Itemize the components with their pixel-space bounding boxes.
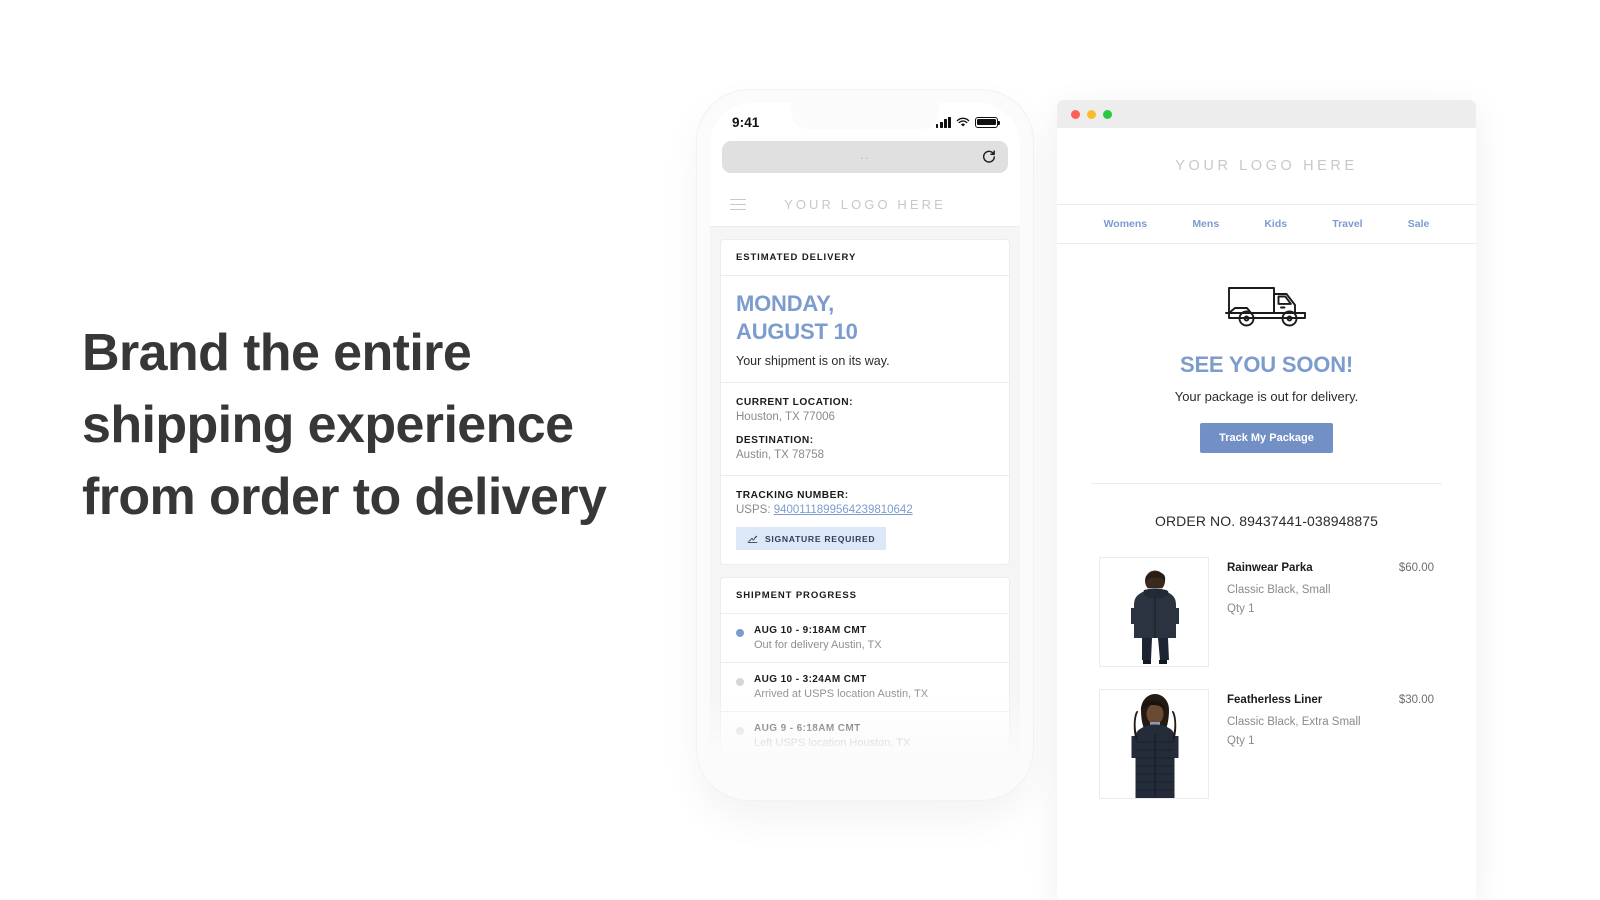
estimated-delivery-card: ESTIMATED DELIVERY MONDAY, AUGUST 10 You…: [720, 239, 1010, 565]
hamburger-menu-icon[interactable]: [730, 198, 746, 211]
signature-required-label: SIGNATURE REQUIRED: [765, 533, 876, 544]
maximize-window-button[interactable]: [1103, 109, 1112, 119]
hero-title: SEE YOU SOON!: [1179, 352, 1354, 377]
tracking-label: TRACKING NUMBER:: [736, 490, 849, 501]
browser-title-bar: [1057, 100, 1476, 128]
url-placeholder-dots: ··: [859, 149, 871, 165]
wifi-icon: [956, 117, 970, 127]
progress-event-time: AUG 10 - 9:18AM CMT: [754, 625, 867, 636]
nav-item-mens[interactable]: Mens: [1192, 218, 1219, 230]
shipment-progress-header: SHIPMENT PROGRESS: [721, 578, 1009, 614]
reload-icon[interactable]: [981, 149, 997, 165]
nav-item-kids[interactable]: Kids: [1264, 218, 1287, 230]
product-thumbnail[interactable]: [1099, 689, 1209, 799]
progress-event-desc: Out for delivery Austin, TX: [754, 639, 882, 651]
tracking-section: TRACKING NUMBER: USPS: 94001118995642398…: [721, 476, 1009, 564]
product-image-featherless-liner: [1100, 690, 1208, 798]
order-item-info: Featherless Liner $30.00 Classic Black, …: [1227, 689, 1434, 799]
signature-required-badge: SIGNATURE REQUIRED: [736, 527, 887, 550]
order-item-variant: Classic Black, Extra Small: [1227, 716, 1361, 728]
progress-event-desc: Arrived at USPS location Austin, TX: [754, 688, 929, 700]
track-my-package-button[interactable]: Track My Package: [1200, 423, 1333, 453]
progress-event-time: AUG 9 - 6:18AM CMT: [754, 723, 861, 734]
delivery-subtitle: Your shipment is on its way.: [736, 354, 890, 368]
page-headline: Brand the entire shipping experience fro…: [82, 324, 607, 526]
browser-window: YOUR LOGO HERE Womens Mens Kids Travel S…: [1057, 100, 1476, 900]
current-location-value: Houston, TX 77006: [736, 411, 835, 423]
phone-notch: [791, 103, 939, 129]
product-image-rainwear-parka: [1100, 558, 1208, 666]
cellular-bars-icon: [935, 116, 951, 128]
current-location-label: CURRENT LOCATION:: [736, 397, 853, 408]
site-logo: YOUR LOGO HERE: [1175, 158, 1358, 174]
order-item-name: Rainwear Parka: [1227, 562, 1313, 574]
phone-content: ESTIMATED DELIVERY MONDAY, AUGUST 10 You…: [710, 227, 1020, 787]
hero-section: SEE YOU SOON! Your package is out for de…: [1057, 244, 1476, 453]
order-item-variant: Classic Black, Small: [1227, 584, 1331, 596]
progress-event-row: AUG 10 - 9:18AM CMT Out for delivery Aus…: [721, 614, 1009, 663]
progress-event-row: AUG 10 - 3:24AM CMT Arrived at USPS loca…: [721, 663, 1009, 712]
signature-pen-icon: [747, 535, 758, 544]
order-item-qty: Qty 1: [1227, 735, 1255, 747]
delivery-truck-icon: [1224, 287, 1306, 327]
nav-item-womens[interactable]: Womens: [1104, 218, 1148, 230]
nav-item-travel[interactable]: Travel: [1332, 218, 1362, 230]
site-nav: Womens Mens Kids Travel Sale: [1057, 204, 1476, 244]
phone-logo: YOUR LOGO HERE: [784, 197, 946, 212]
order-items-list: Rainwear Parka $60.00 Classic Black, Sma…: [1057, 557, 1476, 799]
progress-dot-icon: [736, 678, 744, 686]
progress-event-row: AUG 9 - 6:18AM CMT Left USPS location Ho…: [721, 712, 1009, 761]
order-item-info: Rainwear Parka $60.00 Classic Black, Sma…: [1227, 557, 1434, 667]
order-item-top: Featherless Liner $30.00: [1227, 694, 1434, 706]
tracking-carrier: USPS:: [736, 504, 771, 516]
shipment-progress-list: AUG 10 - 9:18AM CMT Out for delivery Aus…: [721, 614, 1009, 761]
destination-value: Austin, TX 78758: [736, 449, 825, 461]
section-divider: [1091, 483, 1442, 484]
status-time: 9:41: [732, 114, 760, 130]
tracking-line: USPS: 9400111899564239810642: [736, 504, 994, 516]
phone-brand-bar: YOUR LOGO HERE: [710, 183, 1020, 227]
battery-full-icon: [975, 116, 1001, 128]
order-item-price: $30.00: [1398, 694, 1434, 706]
order-number: ORDER NO. 89437441-038948875: [1154, 513, 1379, 529]
phone-mockup: 9:41 ·· YOUR LOGO HERE ESTIMATED DELIVER…: [697, 90, 1033, 800]
delivery-date: MONDAY, AUGUST 10: [736, 290, 994, 345]
order-item-qty: Qty 1: [1227, 603, 1255, 615]
delivery-date-line2: AUGUST 10: [736, 318, 858, 344]
destination-label: DESTINATION:: [736, 435, 814, 446]
estimated-delivery-header: ESTIMATED DELIVERY: [721, 240, 1009, 276]
locations-section: CURRENT LOCATION: Houston, TX 77006 DEST…: [721, 383, 1009, 476]
minimize-window-button[interactable]: [1087, 109, 1096, 119]
order-item-row: Rainwear Parka $60.00 Classic Black, Sma…: [1099, 557, 1434, 667]
delivery-date-section: MONDAY, AUGUST 10 Your shipment is on it…: [721, 276, 1009, 383]
order-item-price: $60.00: [1398, 562, 1434, 574]
product-thumbnail[interactable]: [1099, 557, 1209, 667]
delivery-date-line1: MONDAY,: [736, 291, 835, 316]
progress-event-time: AUG 10 - 3:24AM CMT: [754, 674, 867, 685]
page-root: Brand the entire shipping experience fro…: [0, 0, 1600, 900]
order-item-row: Featherless Liner $30.00 Classic Black, …: [1099, 689, 1434, 799]
shipment-progress-card: SHIPMENT PROGRESS AUG 10 - 9:18AM CMT Ou…: [720, 577, 1010, 762]
phone-url-bar-wrap: ··: [710, 141, 1020, 183]
progress-event-desc: Left USPS location Houston, TX: [754, 737, 911, 749]
status-icons: [935, 116, 1001, 128]
order-item-top: Rainwear Parka $60.00: [1227, 562, 1434, 574]
hero-subtitle: Your package is out for delivery.: [1174, 389, 1359, 404]
url-input[interactable]: ··: [722, 141, 1008, 173]
phone-screen: 9:41 ·· YOUR LOGO HERE ESTIMATED DELIVER…: [710, 103, 1020, 793]
nav-item-sale[interactable]: Sale: [1408, 218, 1430, 230]
progress-dot-icon: [736, 629, 744, 637]
tracking-number-link[interactable]: 9400111899564239810642: [774, 504, 913, 516]
progress-dot-icon: [736, 727, 744, 735]
order-item-name: Featherless Liner: [1227, 694, 1323, 706]
close-window-button[interactable]: [1071, 109, 1080, 119]
